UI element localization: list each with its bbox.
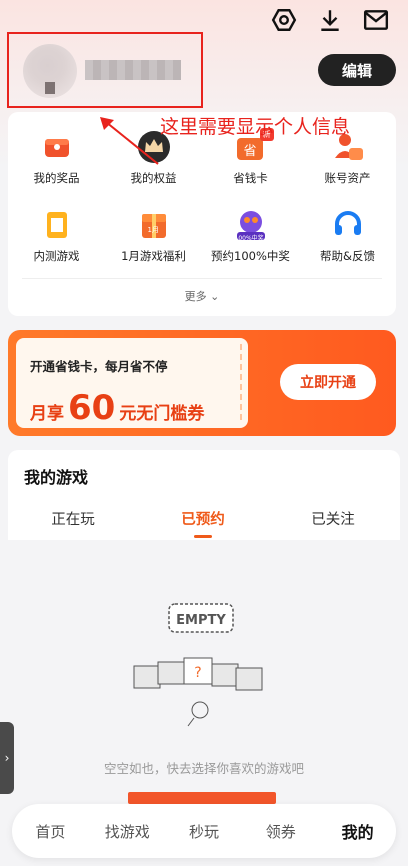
tab-following[interactable]: 已关注 [268, 508, 398, 529]
more-toggle[interactable]: 更多 ⌄ [8, 288, 396, 304]
explore-button-peek[interactable] [128, 792, 276, 804]
download-icon[interactable] [316, 6, 344, 34]
nav-find-games[interactable]: 找游戏 [89, 821, 166, 842]
mail-icon[interactable] [362, 6, 390, 34]
empty-state-message: 空空如也，快去选择你喜欢的游戏吧 [103, 761, 304, 776]
headset-icon [331, 208, 365, 242]
top-toolbar [270, 6, 390, 34]
grid-label: 1月游戏福利 [121, 249, 186, 263]
grid-label: 帮助&反馈 [320, 249, 375, 263]
grid-label: 内测游戏 [33, 249, 80, 263]
grid-item-reservation-prize[interactable]: 100%中奖 预约100%中奖 [202, 208, 299, 264]
quick-grid-row-2: 内测游戏 1月 1月游戏福利 100%中奖 预约100%中奖 帮助&反馈 [8, 208, 396, 264]
ticket-perforation [240, 344, 254, 420]
games-tabs: 正在玩 已预约 已关注 [8, 508, 400, 529]
empty-state-illustration: EMPTY ? [133, 603, 263, 727]
quick-access-card: 我的奖品 我的权益 省 新 省钱卡 账号资产 内测游戏 1月 1月游戏福利 10… [8, 112, 396, 316]
grid-label: 预约100%中奖 [211, 249, 290, 263]
nav-home[interactable]: 首页 [12, 821, 89, 842]
active-tab-indicator [194, 535, 212, 538]
my-games-title: 我的游戏 [24, 468, 89, 487]
offer-prefix: 月享 [30, 404, 64, 424]
open-now-button[interactable]: 立即开通 [280, 364, 376, 400]
divider [22, 278, 382, 279]
empty-badge-text: EMPTY [176, 613, 226, 628]
prize-badge: 100%中奖 [234, 235, 264, 242]
avatar[interactable] [23, 44, 77, 98]
month-badge: 1月 [147, 226, 159, 234]
nav-coupons[interactable]: 领券 [242, 821, 319, 842]
prize-box-icon [40, 130, 74, 164]
edit-profile-button[interactable]: 编辑 [318, 54, 396, 86]
grid-item-january-benefits[interactable]: 1月 1月游戏福利 [105, 208, 202, 264]
grid-item-beta-games[interactable]: 内测游戏 [8, 208, 105, 264]
grid-item-help-feedback[interactable]: 帮助&反馈 [299, 208, 396, 264]
reservation-prize-icon: 100%中奖 [234, 208, 268, 242]
profile-highlight-box [7, 32, 203, 108]
my-games-section: 我的游戏 正在玩 已预约 已关注 [8, 450, 400, 540]
username-blurred [85, 60, 181, 80]
tab-reserved[interactable]: 已预约 [138, 508, 268, 529]
grid-label: 账号资产 [324, 171, 371, 185]
chevron-down-icon: ⌄ [210, 290, 220, 303]
chevron-right-icon: › [4, 751, 10, 765]
grid-label: 我的权益 [130, 171, 177, 185]
svg-text:?: ? [194, 665, 201, 681]
settings-icon[interactable] [270, 6, 298, 34]
grid-label: 省钱卡 [233, 171, 268, 185]
offer-suffix: 元无门槛券 [119, 404, 205, 424]
gift-calendar-icon: 1月 [137, 208, 171, 242]
offer-amount: 60 [68, 388, 116, 428]
bottom-nav: 首页 找游戏 秒玩 领券 我的 [12, 804, 396, 858]
tab-playing[interactable]: 正在玩 [8, 508, 138, 529]
more-label: 更多 [184, 290, 207, 303]
banner-offer: 月享 60 元无门槛券 [30, 388, 204, 428]
nav-me[interactable]: 我的 [319, 819, 396, 843]
annotation-arrow-icon [100, 117, 159, 165]
annotation-text: 这里需要显示个人信息 [160, 116, 351, 138]
coupon-ticket: 开通省钱卡，每月省不停 月享 60 元无门槛券 [16, 338, 248, 428]
grid-label: 我的奖品 [33, 171, 80, 185]
grid-item-my-prizes[interactable]: 我的奖品 [8, 130, 105, 186]
nav-instant-play[interactable]: 秒玩 [166, 821, 243, 842]
banner-headline: 开通省钱卡，每月省不停 [30, 359, 168, 374]
beta-game-icon [40, 208, 74, 242]
svg-text:省: 省 [243, 144, 256, 159]
side-drawer-handle[interactable]: › [0, 722, 14, 794]
savings-card-banner[interactable]: 开通省钱卡，每月省不停 月享 60 元无门槛券 立即开通 [8, 330, 396, 436]
